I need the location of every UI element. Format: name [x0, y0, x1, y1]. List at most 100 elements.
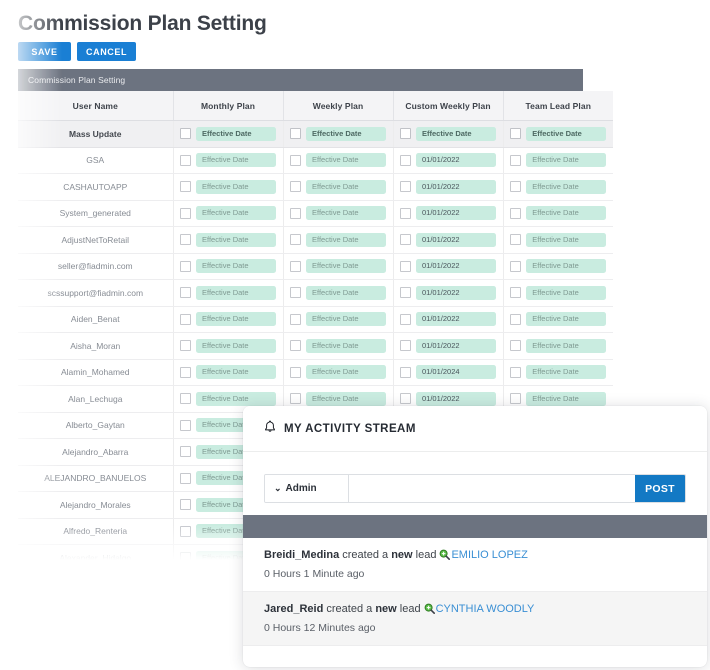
- activity-message-input[interactable]: [349, 475, 635, 502]
- effective-date-input-monthly-plan[interactable]: Effective Date: [196, 312, 276, 327]
- checkbox-weekly-plan[interactable]: [290, 393, 301, 405]
- effective-date-input-team-lead-plan[interactable]: Effective Date: [526, 126, 607, 141]
- effective-date-input-weekly-plan[interactable]: Effective Date: [306, 259, 386, 274]
- cancel-button[interactable]: CANCEL: [77, 42, 137, 61]
- effective-date-input-custom-weekly-plan[interactable]: 01/01/2022: [416, 285, 496, 300]
- lead-link[interactable]: EMILIO LOPEZ: [451, 549, 527, 561]
- effective-date-input-weekly-plan[interactable]: Effective Date: [306, 365, 386, 380]
- effective-date-input-team-lead-plan[interactable]: Effective Date: [526, 391, 607, 406]
- checkbox-custom-weekly-plan[interactable]: [400, 260, 411, 272]
- effective-date-input-team-lead-plan[interactable]: Effective Date: [526, 285, 607, 300]
- checkbox-monthly-plan[interactable]: [180, 552, 191, 564]
- effective-date-input-monthly-plan[interactable]: Effective Date: [196, 259, 276, 274]
- effective-date-input-monthly-plan[interactable]: Effective Date: [196, 126, 276, 141]
- effective-date-input-team-lead-plan[interactable]: Effective Date: [526, 179, 607, 194]
- effective-date-input-weekly-plan[interactable]: Effective Date: [306, 285, 386, 300]
- checkbox-custom-weekly-plan[interactable]: [400, 340, 411, 352]
- effective-date-input-custom-weekly-plan[interactable]: 01/01/2022: [416, 259, 496, 274]
- effective-date-input-custom-weekly-plan[interactable]: 01/01/2022: [416, 312, 496, 327]
- checkbox-monthly-plan[interactable]: [180, 128, 191, 140]
- checkbox-team-lead-plan[interactable]: [510, 393, 522, 405]
- effective-date-input-custom-weekly-plan[interactable]: 01/01/2022: [416, 206, 496, 221]
- effective-date-input-weekly-plan[interactable]: Effective Date: [306, 153, 386, 168]
- effective-date-input-monthly-plan[interactable]: Effective Date: [196, 285, 276, 300]
- checkbox-monthly-plan[interactable]: [180, 366, 191, 378]
- effective-date-input-team-lead-plan[interactable]: Effective Date: [526, 153, 607, 168]
- checkbox-weekly-plan[interactable]: [290, 340, 301, 352]
- effective-date-input-weekly-plan[interactable]: Effective Date: [306, 312, 386, 327]
- checkbox-team-lead-plan[interactable]: [510, 128, 522, 140]
- checkbox-team-lead-plan[interactable]: [510, 340, 522, 352]
- effective-date-input-monthly-plan[interactable]: Effective Date: [196, 153, 276, 168]
- checkbox-monthly-plan[interactable]: [180, 260, 191, 272]
- checkbox-monthly-plan[interactable]: [180, 181, 191, 193]
- checkbox-monthly-plan[interactable]: [180, 340, 191, 352]
- checkbox-monthly-plan[interactable]: [180, 472, 191, 484]
- checkbox-weekly-plan[interactable]: [290, 207, 301, 219]
- checkbox-monthly-plan[interactable]: [180, 446, 191, 458]
- checkbox-custom-weekly-plan[interactable]: [400, 366, 411, 378]
- effective-date-input-weekly-plan[interactable]: Effective Date: [306, 179, 386, 194]
- checkbox-weekly-plan[interactable]: [290, 128, 301, 140]
- checkbox-weekly-plan[interactable]: [290, 313, 301, 325]
- effective-date-input-custom-weekly-plan[interactable]: 01/01/2024: [416, 365, 496, 380]
- effective-date-input-custom-weekly-plan[interactable]: Effective Date: [416, 126, 496, 141]
- checkbox-monthly-plan[interactable]: [180, 154, 191, 166]
- effective-date-input-weekly-plan[interactable]: Effective Date: [306, 338, 386, 353]
- effective-date-input-monthly-plan[interactable]: Effective Date: [196, 365, 276, 380]
- checkbox-custom-weekly-plan[interactable]: [400, 393, 411, 405]
- effective-date-input-monthly-plan[interactable]: Effective Date: [196, 338, 276, 353]
- effective-date-input-team-lead-plan[interactable]: Effective Date: [526, 365, 607, 380]
- effective-date-input-monthly-plan[interactable]: Effective Date: [196, 391, 276, 406]
- checkbox-weekly-plan[interactable]: [290, 260, 301, 272]
- effective-date-input-team-lead-plan[interactable]: Effective Date: [526, 312, 607, 327]
- effective-date-input-monthly-plan[interactable]: Effective Date: [196, 179, 276, 194]
- effective-date-input-custom-weekly-plan[interactable]: 01/01/2022: [416, 153, 496, 168]
- checkbox-monthly-plan[interactable]: [180, 287, 191, 299]
- checkbox-monthly-plan[interactable]: [180, 207, 191, 219]
- checkbox-custom-weekly-plan[interactable]: [400, 313, 411, 325]
- checkbox-custom-weekly-plan[interactable]: [400, 181, 411, 193]
- checkbox-monthly-plan[interactable]: [180, 234, 191, 246]
- effective-date-input-custom-weekly-plan[interactable]: 01/01/2022: [416, 338, 496, 353]
- checkbox-weekly-plan[interactable]: [290, 366, 301, 378]
- effective-date-input-weekly-plan[interactable]: Effective Date: [306, 232, 386, 247]
- checkbox-custom-weekly-plan[interactable]: [400, 207, 411, 219]
- post-button[interactable]: POST: [635, 475, 685, 502]
- effective-date-input-weekly-plan[interactable]: Effective Date: [306, 391, 386, 406]
- checkbox-custom-weekly-plan[interactable]: [400, 234, 411, 246]
- checkbox-team-lead-plan[interactable]: [510, 260, 522, 272]
- effective-date-input-custom-weekly-plan[interactable]: 01/01/2022: [416, 179, 496, 194]
- checkbox-team-lead-plan[interactable]: [510, 154, 522, 166]
- effective-date-input-team-lead-plan[interactable]: Effective Date: [526, 232, 607, 247]
- checkbox-monthly-plan[interactable]: [180, 419, 191, 431]
- effective-date-input-monthly-plan[interactable]: Effective Date: [196, 232, 276, 247]
- checkbox-monthly-plan[interactable]: [180, 499, 191, 511]
- checkbox-team-lead-plan[interactable]: [510, 181, 522, 193]
- effective-date-input-team-lead-plan[interactable]: Effective Date: [526, 338, 607, 353]
- checkbox-monthly-plan[interactable]: [180, 313, 191, 325]
- checkbox-weekly-plan[interactable]: [290, 181, 301, 193]
- lead-link[interactable]: CYNTHIA WOODLY: [436, 603, 535, 615]
- effective-date-input-custom-weekly-plan[interactable]: 01/01/2022: [416, 232, 496, 247]
- checkbox-team-lead-plan[interactable]: [510, 234, 522, 246]
- save-button[interactable]: SAVE: [18, 42, 71, 61]
- checkbox-custom-weekly-plan[interactable]: [400, 154, 411, 166]
- effective-date-input-weekly-plan[interactable]: Effective Date: [306, 206, 386, 221]
- checkbox-custom-weekly-plan[interactable]: [400, 287, 411, 299]
- effective-date-input-team-lead-plan[interactable]: Effective Date: [526, 259, 607, 274]
- checkbox-weekly-plan[interactable]: [290, 287, 301, 299]
- checkbox-weekly-plan[interactable]: [290, 154, 301, 166]
- checkbox-team-lead-plan[interactable]: [510, 366, 522, 378]
- effective-date-input-weekly-plan[interactable]: Effective Date: [306, 126, 386, 141]
- checkbox-monthly-plan[interactable]: [180, 393, 191, 405]
- effective-date-input-custom-weekly-plan[interactable]: 01/01/2022: [416, 391, 496, 406]
- checkbox-monthly-plan[interactable]: [180, 525, 191, 537]
- audience-dropdown[interactable]: ⌄ Admin: [265, 475, 349, 502]
- checkbox-team-lead-plan[interactable]: [510, 207, 522, 219]
- effective-date-input-monthly-plan[interactable]: Effective Date: [196, 206, 276, 221]
- checkbox-team-lead-plan[interactable]: [510, 313, 522, 325]
- checkbox-team-lead-plan[interactable]: [510, 287, 522, 299]
- checkbox-custom-weekly-plan[interactable]: [400, 128, 411, 140]
- effective-date-input-team-lead-plan[interactable]: Effective Date: [526, 206, 607, 221]
